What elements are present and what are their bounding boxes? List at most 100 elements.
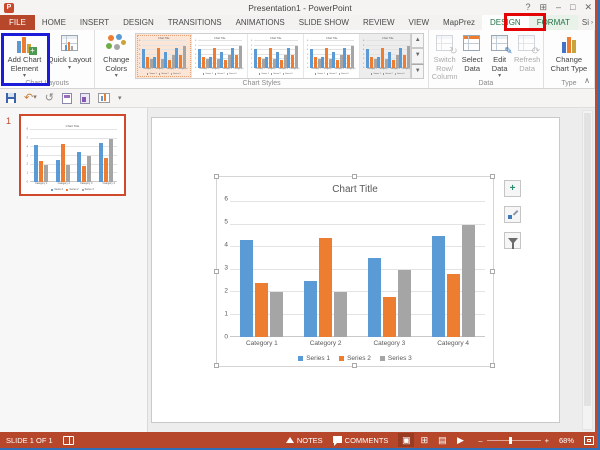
tab-contextual-design[interactable]: DESIGN xyxy=(482,15,529,30)
selection-handle[interactable] xyxy=(214,174,219,179)
chart-style-thumb[interactable]: Chart Title 0 1 2 3 4 5 6 Category 1 Category 2 Ca… xyxy=(248,34,305,78)
bar-group xyxy=(175,41,187,68)
collapse-ribbon-icon[interactable]: ∧ xyxy=(584,76,590,85)
bar[interactable] xyxy=(431,235,445,337)
bar-group xyxy=(55,130,70,182)
chart-object[interactable]: Chart Title 0 1 2 3 4 5 6 Category 1 Category 2 Ca… xyxy=(214,174,495,368)
selection-handle[interactable] xyxy=(490,174,495,179)
bar[interactable] xyxy=(397,269,411,337)
ribbon-display-options-icon[interactable]: ⊞ xyxy=(539,0,547,15)
zoom-level[interactable]: 68% xyxy=(559,436,574,445)
select-data-icon xyxy=(461,34,483,54)
tab-mapprez[interactable]: MapPrez xyxy=(436,15,482,30)
zoom-slider-thumb[interactable] xyxy=(508,436,512,444)
tab-slide-show[interactable]: SLIDE SHOW xyxy=(292,15,356,30)
redo-icon[interactable]: ↺ xyxy=(45,93,54,104)
tab-review[interactable]: REVIEW xyxy=(356,15,402,30)
bar[interactable] xyxy=(446,274,460,337)
legend-item: Series 1 xyxy=(370,73,381,75)
undo-icon[interactable]: ↶ ▾ xyxy=(24,93,37,104)
chart-elements-button[interactable]: + xyxy=(504,180,521,197)
tab-view[interactable]: VIEW xyxy=(402,15,436,30)
selection-handle[interactable] xyxy=(490,363,495,368)
slideshow-icon[interactable]: ▶ xyxy=(452,433,468,447)
bar[interactable] xyxy=(255,283,269,337)
maximize-icon[interactable]: □ xyxy=(570,0,575,15)
tab-insert[interactable]: INSERT xyxy=(73,15,116,30)
legend-swatch xyxy=(51,188,54,191)
chart-styles-button[interactable] xyxy=(504,206,521,223)
bar xyxy=(314,57,318,68)
bar[interactable] xyxy=(334,292,348,337)
zoom-out-icon[interactable]: – xyxy=(478,436,482,445)
paste-icon[interactable] xyxy=(79,92,90,104)
tab-contextual-format[interactable]: FORMAT xyxy=(529,15,578,30)
bar[interactable] xyxy=(240,240,254,337)
tab-transitions[interactable]: TRANSITIONS xyxy=(161,15,229,30)
selection-handle[interactable] xyxy=(352,363,357,368)
slide-layout-icon[interactable] xyxy=(97,93,110,103)
legend-label: Series 3 xyxy=(285,73,293,75)
select-data-button[interactable]: Select Data xyxy=(458,32,486,78)
tab-animations[interactable]: ANIMATIONS xyxy=(229,15,292,30)
gallery-down-icon[interactable]: ▼ xyxy=(411,48,425,64)
fit-slide-icon[interactable] xyxy=(584,435,594,445)
bar xyxy=(213,48,217,68)
reading-view-icon[interactable]: ▤ xyxy=(434,433,450,447)
selection-handle[interactable] xyxy=(490,268,495,274)
selection-handle[interactable] xyxy=(214,268,219,274)
zoom-in-icon[interactable]: + xyxy=(545,436,549,445)
comments-button[interactable]: COMMENTS xyxy=(332,435,388,446)
add-chart-element-button[interactable]: + Add Chart Element ▾ xyxy=(2,32,47,79)
gallery-up-icon[interactable]: ▲ xyxy=(411,33,425,49)
spellcheck-icon[interactable] xyxy=(62,435,74,445)
normal-view-icon[interactable]: ▣ xyxy=(398,433,415,447)
slide-sorter-icon[interactable]: ⊞ xyxy=(416,433,432,447)
y-tick-label: 1 xyxy=(224,310,228,318)
tab-home[interactable]: HOME xyxy=(35,15,73,30)
clipboard-icon[interactable] xyxy=(61,92,72,104)
chart-style-thumb[interactable]: Chart Title 0 1 2 3 4 5 6 Category 1 Category 2 Ca… xyxy=(360,34,411,78)
bar[interactable] xyxy=(382,296,396,337)
notes-button[interactable]: NOTES xyxy=(285,436,323,445)
legend: Series 1 Series 2 Series 3 xyxy=(251,72,300,76)
help-icon[interactable]: ? xyxy=(525,0,530,15)
slide-thumbnail[interactable]: Chart Title 0 1 2 3 4 5 6 Category 1 Category 2 Ca… xyxy=(19,114,126,196)
qat-dropdown-icon[interactable]: ▾ xyxy=(118,94,122,102)
change-colors-button[interactable]: Change Colors ▾ xyxy=(97,32,135,79)
vertical-scrollbar[interactable] xyxy=(582,110,593,430)
selection-handle[interactable] xyxy=(214,363,219,368)
close-icon[interactable]: ✕ xyxy=(584,0,592,15)
chart-filters-button[interactable] xyxy=(504,232,521,249)
chart-style-thumb[interactable]: Chart Title 0 1 2 3 4 5 6 Category 1 Category 2 Ca… xyxy=(136,34,193,78)
bar[interactable] xyxy=(270,292,284,337)
bar-chart[interactable]: Chart Title 0 1 2 3 4 5 6 Category 1 Category 2 Ca… xyxy=(217,177,493,366)
quick-layout-button[interactable]: Quick Layout ▾ xyxy=(47,32,92,78)
tab-file[interactable]: FILE xyxy=(0,15,35,30)
bar[interactable] xyxy=(461,224,475,337)
y-tick-label: 1 xyxy=(251,62,253,65)
bar xyxy=(351,45,355,68)
zoom-slider[interactable] xyxy=(486,436,541,444)
bar[interactable] xyxy=(304,280,318,337)
gallery-more-icon[interactable]: ▼ xyxy=(411,63,425,79)
legend-swatch xyxy=(270,73,273,75)
bar[interactable] xyxy=(367,258,381,337)
chart-styles-group: Change Colors ▾ Chart Title 0 1 2 3 4 5 6 Catego… xyxy=(95,30,429,88)
change-chart-type-button[interactable]: Change Chart Type xyxy=(546,32,591,78)
bar[interactable] xyxy=(319,238,333,337)
edit-data-button[interactable]: ✎ Edit Data ▾ xyxy=(486,32,514,79)
legend-item: Series 1 xyxy=(258,73,269,75)
y-tick-label: 4 xyxy=(224,241,228,249)
save-icon[interactable] xyxy=(6,93,16,103)
selection-handle[interactable] xyxy=(352,174,357,179)
minimize-icon[interactable]: – xyxy=(556,0,561,15)
bar xyxy=(239,45,243,68)
chart-style-thumb[interactable]: Chart Title 0 1 2 3 4 5 6 Category 1 Category 2 Ca… xyxy=(192,34,249,78)
chart-style-thumb[interactable]: Chart Title 0 1 2 3 4 5 6 Category 1 Category 2 Ca… xyxy=(304,34,361,78)
bar xyxy=(142,48,146,68)
y-tick-label: 0 xyxy=(26,180,28,184)
legend: Series 1 Series 2 Series 3 xyxy=(139,72,188,76)
tab-design[interactable]: DESIGN xyxy=(116,15,161,30)
slide-canvas[interactable]: Chart Title 0 1 2 3 4 5 6 Category 1 Category 2 Ca… xyxy=(151,117,560,423)
